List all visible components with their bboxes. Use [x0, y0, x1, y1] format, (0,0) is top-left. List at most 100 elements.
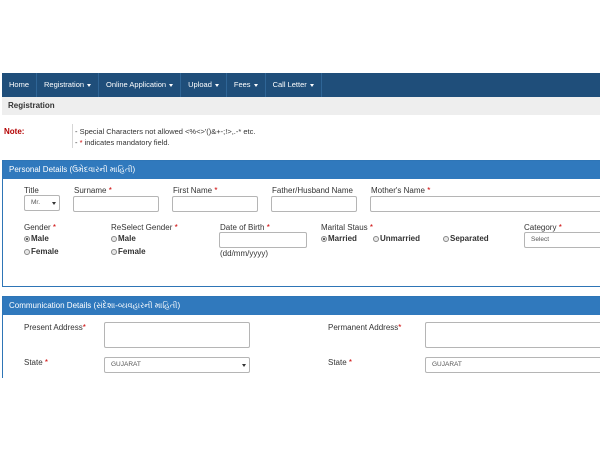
state-label: State *	[24, 358, 48, 367]
radio-unchecked-icon	[111, 235, 117, 242]
dob-label-text: Date of Birth	[220, 223, 265, 232]
father-husband-name-input[interactable]	[271, 196, 357, 212]
communication-details-panel: Communication Details (સંદેશા-વ્યવહારની …	[2, 296, 600, 378]
category-select-value: Select	[531, 236, 550, 243]
nav-home[interactable]: Home	[2, 73, 38, 97]
permanent-state-select[interactable]: GUJARAT	[425, 357, 600, 373]
gender-label-text: Gender	[24, 223, 51, 232]
nav-online-application-label: Online Application	[106, 80, 167, 89]
gender-female-label: Female	[31, 247, 59, 256]
permanent-state-label-text: State	[328, 358, 347, 367]
note-mandatory: - * indicates mandatory field.	[75, 138, 170, 147]
marital-status-label: Marital Staus *	[321, 223, 373, 232]
title-select-value: Mr.	[31, 199, 41, 206]
first-name-input[interactable]	[172, 196, 258, 212]
note-special-chars: - Special Characters not allowed <%<>'()…	[75, 127, 256, 136]
nav-call-letter[interactable]: Call Letter	[266, 73, 322, 97]
marital-unmarried-radio[interactable]: Unmarried	[373, 234, 420, 243]
nav-upload[interactable]: Upload	[181, 73, 227, 97]
radio-unchecked-icon	[111, 248, 117, 255]
dob-format-hint: (dd/mm/yyyy)	[220, 249, 268, 258]
title-label: Title	[24, 186, 39, 195]
caret-down-icon	[169, 83, 174, 87]
required-star: *	[369, 223, 374, 232]
radio-checked-icon	[321, 235, 327, 242]
gender-male-radio[interactable]: Male	[24, 234, 49, 243]
radio-checked-icon	[24, 235, 30, 242]
marital-separated-radio[interactable]: Separated	[443, 234, 489, 243]
chevron-down-icon	[242, 364, 246, 367]
communication-details-heading: Communication Details (સંદેશા-વ્યવહારની …	[3, 297, 600, 315]
required-star: *	[174, 223, 178, 232]
nav-call-letter-label: Call Letter	[272, 80, 307, 89]
permanent-state-label: State *	[328, 358, 352, 367]
note-label: Note:	[4, 127, 25, 136]
nav-registration[interactable]: Registration	[37, 73, 100, 97]
permanent-address-label: Permanent Address*	[328, 323, 401, 332]
top-navbar: Home Registration Online Application Upl…	[2, 73, 600, 97]
title-select[interactable]: Mr.	[24, 195, 60, 211]
personal-details-panel: Personal Details (ઉમેદવારની માહિતી) Titl…	[2, 160, 600, 287]
dob-label: Date of Birth *	[220, 223, 270, 232]
nav-upload-label: Upload	[188, 80, 212, 89]
marital-status-label-text: Marital Staus	[321, 223, 368, 232]
gender-label: Gender *	[24, 223, 56, 232]
required-star: *	[108, 186, 112, 195]
caret-down-icon	[87, 83, 92, 87]
present-address-label-text: Present Address	[24, 323, 83, 332]
state-label-text: State	[24, 358, 43, 367]
gender-male-label: Male	[31, 234, 49, 243]
caret-down-icon	[253, 83, 258, 87]
personal-details-heading: Personal Details (ઉમેદવારની માહિતી)	[3, 161, 600, 179]
surname-input[interactable]	[73, 196, 159, 212]
father-husband-name-label: Father/Husband Name	[272, 186, 353, 195]
chevron-down-icon	[52, 202, 56, 205]
required-star: *	[427, 186, 431, 195]
required-star: *	[52, 223, 57, 232]
required-star: *	[348, 358, 353, 367]
nav-registration-label: Registration	[44, 80, 85, 89]
state-select-value: GUJARAT	[111, 361, 141, 368]
permanent-state-select-value: GUJARAT	[432, 361, 462, 368]
permanent-address-label-text: Permanent Address	[328, 323, 399, 332]
note-section: Note: - Special Characters not allowed <…	[2, 124, 600, 150]
radio-unchecked-icon	[24, 248, 30, 255]
reselect-female-label: Female	[118, 247, 146, 256]
mother-name-input[interactable]	[370, 196, 600, 212]
required-star: *	[266, 223, 270, 232]
first-name-label: First Name *	[173, 186, 217, 195]
note-divider	[72, 124, 73, 148]
marital-married-radio[interactable]: Married	[321, 234, 357, 243]
marital-married-label: Married	[328, 234, 357, 243]
dob-input[interactable]	[219, 232, 307, 248]
required-star: *	[214, 186, 218, 195]
reselect-female-radio[interactable]: Female	[111, 247, 146, 256]
permanent-address-textarea[interactable]	[425, 322, 600, 348]
reselect-gender-label: ReSelect Gender *	[111, 223, 178, 232]
caret-down-icon	[214, 83, 219, 87]
breadcrumb: Registration	[2, 97, 600, 115]
present-address-label: Present Address*	[24, 323, 86, 332]
mother-name-label-text: Mother's Name	[371, 186, 425, 195]
category-select[interactable]: Select	[524, 232, 600, 248]
surname-label: Surname *	[74, 186, 112, 195]
mother-name-label: Mother's Name *	[371, 186, 430, 195]
state-select[interactable]: GUJARAT	[104, 357, 250, 373]
reselect-male-label: Male	[118, 234, 136, 243]
required-star: *	[398, 323, 402, 332]
marital-separated-label: Separated	[450, 234, 489, 243]
reselect-gender-label-text: ReSelect Gender	[111, 223, 173, 232]
radio-unchecked-icon	[373, 235, 379, 242]
required-star: *	[82, 323, 86, 332]
surname-label-text: Surname	[74, 186, 107, 195]
required-star: *	[558, 223, 562, 232]
nav-fees[interactable]: Fees	[227, 73, 266, 97]
first-name-label-text: First Name	[173, 186, 213, 195]
nav-online-application[interactable]: Online Application	[99, 73, 182, 97]
nav-fees-label: Fees	[233, 80, 251, 89]
gender-female-radio[interactable]: Female	[24, 247, 59, 256]
reselect-male-radio[interactable]: Male	[111, 234, 136, 243]
required-star: *	[44, 358, 49, 367]
present-address-textarea[interactable]	[104, 322, 250, 348]
category-label-text: Category	[524, 223, 557, 232]
